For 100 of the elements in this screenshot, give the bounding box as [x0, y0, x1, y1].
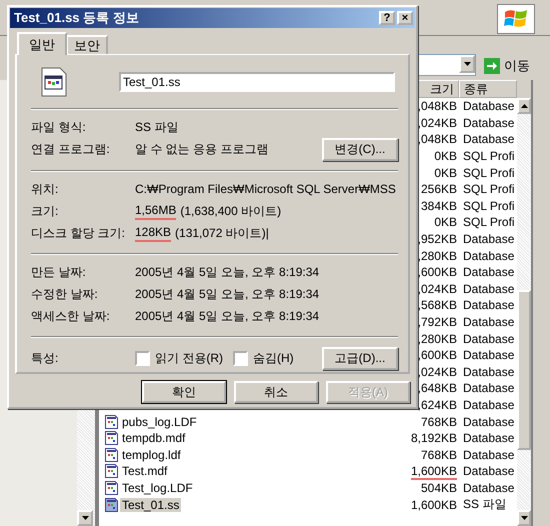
file-type: Database — [463, 332, 514, 346]
file-size: ,600KB — [418, 265, 457, 280]
scroll-thumb[interactable] — [517, 290, 531, 450]
file-name-field[interactable]: Test_01.ss — [119, 72, 395, 92]
close-button[interactable]: × — [397, 11, 413, 25]
file-size: 0KB — [434, 149, 457, 164]
file-type: Database — [463, 480, 514, 495]
field-label: 크기: — [31, 202, 60, 220]
caret-icon — [520, 516, 528, 520]
dialog-button[interactable]: 취소 — [234, 381, 318, 403]
field-value: 128KB — [135, 224, 172, 242]
caret-icon — [82, 516, 88, 520]
file-size: ,280KB — [418, 332, 457, 346]
checkbox[interactable] — [233, 350, 248, 366]
windows-logo-icon — [504, 8, 528, 30]
file-size: ,568KB — [418, 298, 457, 312]
file-size: ,024KB — [418, 364, 457, 379]
file-size: ,280KB — [418, 248, 457, 263]
file-type: Database — [463, 315, 514, 330]
file-size: 0KB — [434, 215, 457, 230]
file-type: Database — [463, 381, 514, 396]
file-type: Database — [463, 132, 514, 146]
file-type: Database — [463, 248, 514, 263]
column-header[interactable]: 종류 — [459, 80, 517, 98]
field-label: 연결 프로그램: — [31, 141, 111, 158]
field-value: 알 수 없는 응용 프로그램 — [135, 141, 268, 158]
checkbox-label[interactable]: 숨김(H) — [253, 350, 294, 366]
file-type: Database — [463, 298, 514, 312]
file-type: Database — [463, 364, 514, 379]
file-size: 768KB — [420, 448, 457, 462]
file-type: Database — [463, 448, 514, 462]
change-button[interactable]: 변경(C)... — [322, 138, 398, 161]
field-label: 위치: — [31, 180, 60, 198]
file-type: SQL Profi — [463, 149, 515, 164]
file-size: ,952KB — [418, 232, 457, 246]
dropdown-button[interactable] — [459, 55, 475, 73]
tab[interactable]: 보안 — [66, 35, 108, 54]
file-icon — [105, 464, 118, 478]
file-icon — [105, 448, 118, 462]
file-name[interactable]: Test.mdf — [120, 464, 170, 478]
file-name[interactable]: Test_log.LDF — [120, 480, 195, 495]
field-label: 만든 날짜: — [31, 264, 87, 280]
file-type: Database — [463, 414, 514, 429]
file-icon — [41, 67, 67, 97]
file-name[interactable]: Test_01.ss — [120, 498, 182, 512]
field-label: 수정한 날짜: — [31, 286, 99, 302]
file-name[interactable]: pubs_log.LDF — [120, 414, 199, 429]
file-type: Database — [463, 232, 514, 246]
file-type: SQL Profi — [463, 215, 515, 230]
field-label: 액세스한 날짜: — [31, 308, 111, 324]
file-type: Database — [463, 348, 514, 362]
help-button[interactable]: ? — [379, 11, 395, 25]
file-size: ,048KB — [418, 99, 457, 114]
file-type: Database — [463, 398, 514, 412]
field-value: C:₩Program Files₩Microsoft SQL Server₩MSS — [135, 182, 396, 196]
field-label: 특성: — [31, 350, 60, 366]
checkbox-label[interactable]: 읽기 전용(R) — [155, 350, 223, 366]
file-size: 384KB — [420, 198, 457, 213]
file-size: ,024KB — [418, 282, 457, 296]
dialog-button[interactable]: 확인 — [142, 381, 226, 403]
file-type: Database — [463, 282, 514, 296]
go-button[interactable]: 이동 — [482, 56, 532, 76]
file-icon — [105, 498, 118, 512]
file-icon — [105, 480, 118, 495]
file-size: 768KB — [420, 414, 457, 429]
caret-icon — [464, 62, 470, 66]
file-icon — [105, 431, 118, 446]
file-type: SS 파일 — [463, 497, 506, 512]
file-type: Database — [463, 116, 514, 130]
field-value-detail: (131,072 바이트)| — [175, 224, 269, 242]
file-name[interactable]: templog.ldf — [120, 448, 183, 462]
file-size: 1,600KB — [410, 464, 457, 480]
advanced-button[interactable]: 고급(D)... — [322, 346, 398, 370]
field-value-detail: (1,638,400 바이트) — [180, 202, 282, 220]
file-type: SQL Profi — [463, 182, 515, 196]
file-size: 1,600KB — [410, 498, 457, 512]
file-name[interactable]: tempdb.mdf — [120, 431, 188, 446]
tab[interactable]: 일반 — [17, 32, 67, 55]
file-type: SQL Profi — [463, 166, 515, 180]
file-size: ,792KB — [418, 315, 457, 330]
scroll-up-button[interactable] — [517, 98, 531, 114]
file-size: ,600KB — [418, 348, 457, 362]
scrollbar[interactable] — [517, 98, 531, 526]
field-value: 2005년 4월 5일 오늘, 오후 8:19:34 — [135, 264, 320, 280]
file-size: ,024KB — [418, 116, 457, 130]
field-value: 1,56MB — [135, 202, 176, 220]
file-type: SQL Profi — [463, 198, 515, 213]
file-size: 504KB — [420, 480, 457, 495]
field-value: SS 파일 — [135, 118, 178, 136]
file-size: ,648KB — [418, 381, 457, 396]
file-icon — [105, 414, 118, 429]
field-value: 2005년 4월 5일 오늘, 오후 8:19:34 — [135, 308, 320, 324]
field-label: 디스크 할당 크기: — [31, 224, 126, 242]
file-size: 256KB — [420, 182, 457, 196]
checkbox[interactable] — [135, 350, 150, 366]
scroll-down-button[interactable] — [77, 510, 93, 526]
caret-icon — [520, 104, 528, 108]
scroll-down-button[interactable] — [517, 510, 531, 526]
file-type: Database — [463, 464, 514, 478]
file-type: Database — [463, 431, 514, 446]
